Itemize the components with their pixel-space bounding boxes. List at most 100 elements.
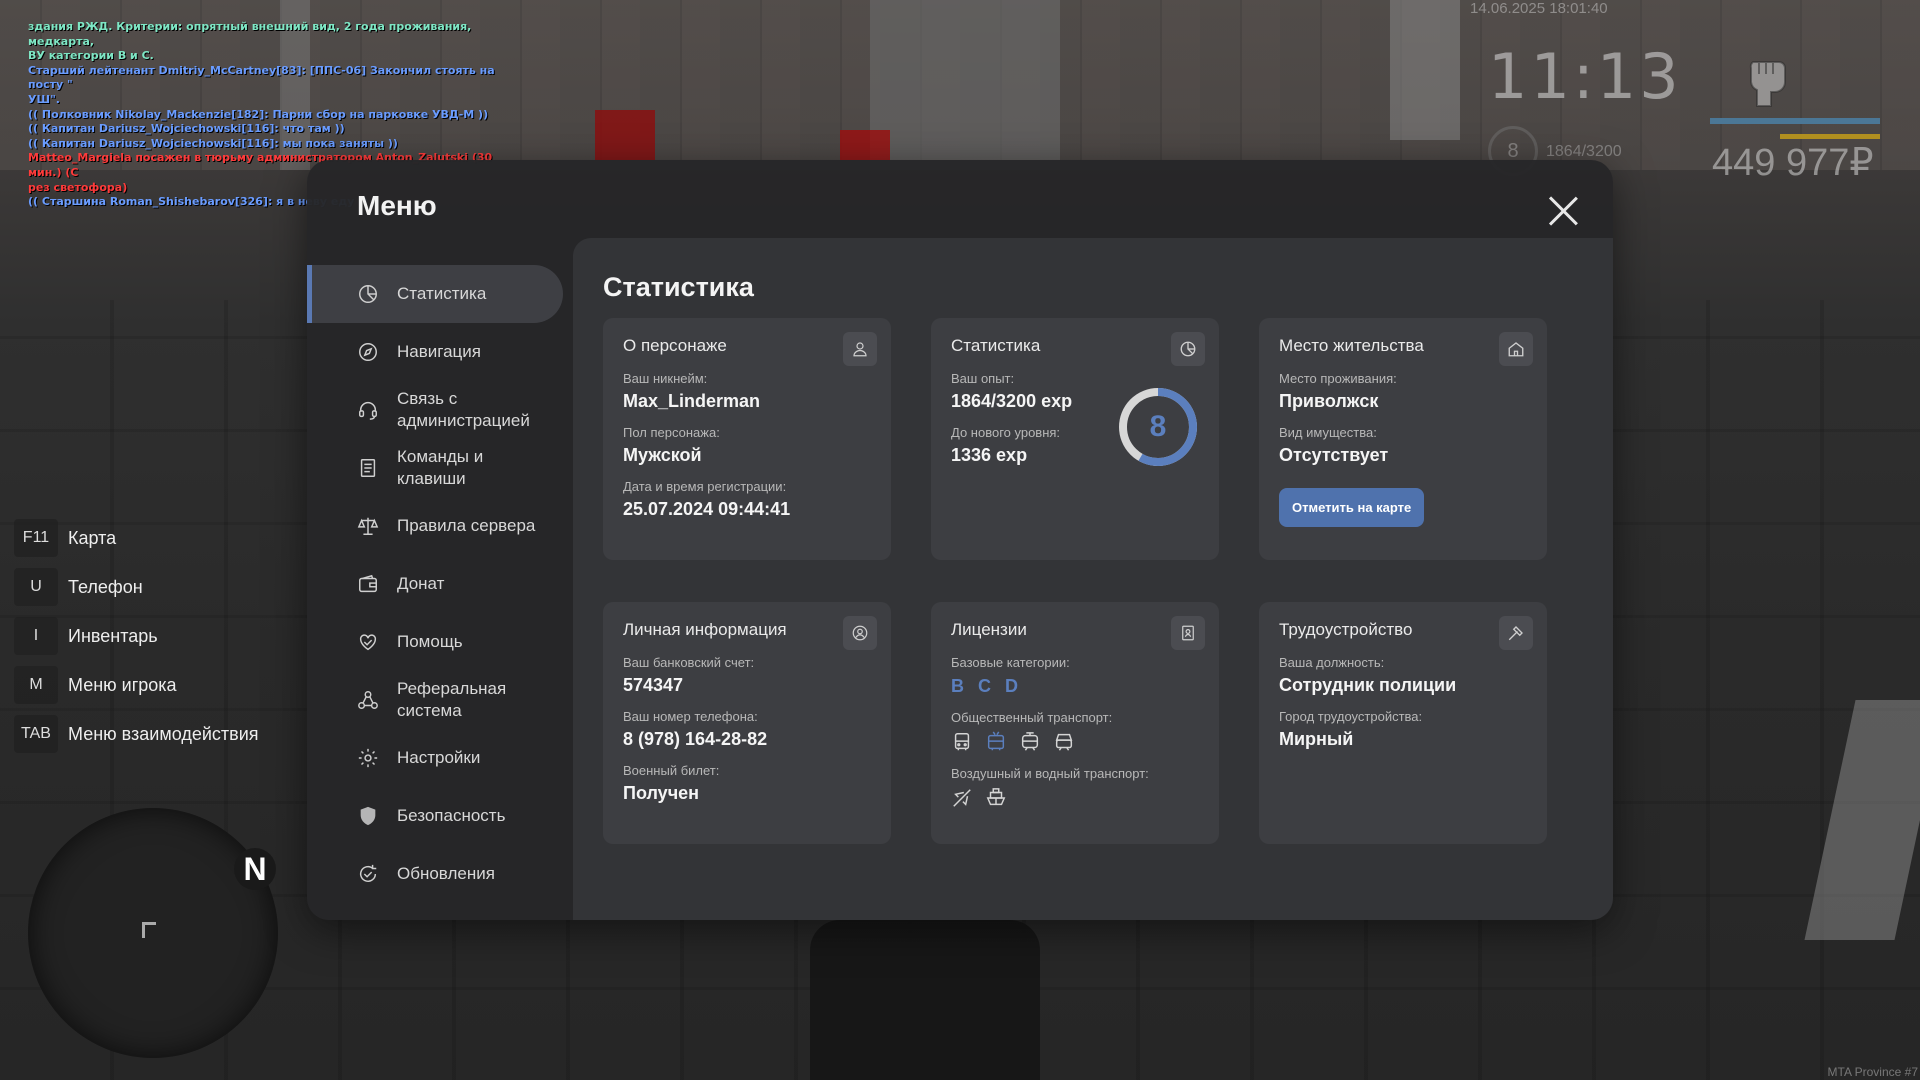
field-label: Общественный транспорт: <box>951 710 1113 725</box>
hotkey-player-menu[interactable]: M Меню игрока <box>14 665 259 705</box>
red-object <box>840 130 890 160</box>
user-icon <box>843 332 877 366</box>
license-categories: B C D <box>951 676 1199 697</box>
card-residence: Место жительства Место проживания: Приво… <box>1259 318 1547 560</box>
sidebar-item-security[interactable]: Безопасность <box>307 787 563 845</box>
card-title: Статистика <box>951 336 1041 355</box>
license-icon <box>1171 616 1205 650</box>
red-object <box>595 110 655 160</box>
tram-icon <box>1021 732 1039 751</box>
field-label: Дата и время регистрации: <box>623 479 787 494</box>
air-water-licenses <box>951 787 1199 809</box>
wallet-icon <box>359 574 377 593</box>
player-character <box>810 920 1040 1080</box>
headset-icon <box>359 402 377 420</box>
field-label: Военный билет: <box>623 763 720 778</box>
sidebar-item-admin-contact[interactable]: Связь с администрацией <box>307 381 563 439</box>
sidebar-item-label: Команды и клавиши <box>397 447 484 488</box>
registration-value: 25.07.2024 09:44:41 <box>623 499 791 519</box>
hotkey-interaction-menu[interactable]: TAB Меню взаимодействия <box>14 714 259 754</box>
license-category: B <box>951 676 964 696</box>
sidebar-item-donate[interactable]: Донат <box>307 555 563 613</box>
sidebar-item-navigation[interactable]: Навигация <box>307 323 563 381</box>
sidebar-item-label: Помощь <box>397 632 463 651</box>
field-label: Ваша должность: <box>1279 655 1385 670</box>
user-circle-icon <box>843 616 877 650</box>
plane-icon <box>953 789 971 807</box>
gender-value: Мужской <box>623 445 702 465</box>
field-label: Ваш никнейм: <box>623 371 708 386</box>
server-watermark: MTA Province #7 <box>1827 1065 1918 1079</box>
hotkey-list: F11 Карта U Телефон I Инвентарь M Меню и… <box>14 518 259 763</box>
chat-line: (( Капитан Dariusz_Wojciechowski[116]: ч… <box>28 122 345 136</box>
sidebar-item-statistics[interactable]: Статистика <box>307 265 563 323</box>
position-value: Сотрудник полиции <box>1279 675 1457 695</box>
card-licenses: Лицензии Базовые категории: B C D Общест… <box>931 602 1219 844</box>
menu-title: Меню <box>357 190 437 221</box>
sidebar-item-label: Реферальная система <box>397 679 507 720</box>
sidebar-item-referral[interactable]: Реферальная система <box>307 671 563 729</box>
license-category: D <box>1005 676 1018 696</box>
hotkey-inventory[interactable]: I Инвентарь <box>14 616 259 656</box>
update-icon <box>360 864 377 882</box>
health-armor-bars <box>1710 118 1880 139</box>
hud-clock: 11:13 <box>1488 40 1682 113</box>
hotkey-phone[interactable]: U Телефон <box>14 567 259 607</box>
sidebar-item-help[interactable]: Помощь <box>307 613 563 671</box>
level-ring: 8 <box>1117 386 1199 468</box>
field-label: Вид имущества: <box>1279 425 1377 440</box>
sidebar-item-label: Донат <box>397 574 445 593</box>
sidebar-item-updates[interactable]: Обновления <box>307 845 563 903</box>
sidebar-item-settings[interactable]: Настройки <box>307 729 563 787</box>
health-bar <box>1710 118 1880 124</box>
card-employment: Трудоустройство Ваша должность: Сотрудни… <box>1259 602 1547 844</box>
wall-beam <box>870 0 1060 170</box>
hotkey-label: Меню взаимодействия <box>68 723 259 744</box>
north-indicator: N <box>234 848 276 890</box>
hotkey-label: Телефон <box>68 576 143 597</box>
sidebar-item-rules[interactable]: Правила сервера <box>307 497 563 555</box>
heart-hand-icon <box>359 634 377 651</box>
field-label: Место проживания: <box>1279 371 1397 386</box>
chat-line: (( Капитан Dariusz_Wojciechowski[116]: м… <box>28 136 398 150</box>
sidebar-item-label: Статистика <box>397 284 487 303</box>
card-title: Лицензии <box>951 620 1027 639</box>
license-category: C <box>978 676 991 696</box>
sidebar-item-commands[interactable]: Команды и клавиши <box>307 439 563 497</box>
sidebar-item-label: Навигация <box>397 342 481 361</box>
hotkey-key: U <box>14 568 58 606</box>
residence-value: Приволжск <box>1279 391 1379 411</box>
network-icon <box>358 691 378 709</box>
military-id-value: Получен <box>623 783 700 803</box>
field-label: Ваш номер телефона: <box>623 709 758 724</box>
field-label: Базовые категории: <box>951 655 1070 670</box>
stats-icon <box>359 285 377 303</box>
hotkey-key: TAB <box>14 715 58 753</box>
close-icon[interactable] <box>1546 194 1580 228</box>
public-transport-licenses <box>951 731 1199 753</box>
phone-value: 8 (978) 164-28-82 <box>623 729 768 749</box>
hammer-icon <box>1499 616 1533 650</box>
minimap[interactable]: N <box>28 808 278 1058</box>
train-icon <box>1055 733 1073 751</box>
hotkey-map[interactable]: F11 Карта <box>14 518 259 558</box>
card-character: О персонаже Ваш никнейм: Max_Linderman П… <box>603 318 891 560</box>
hotkey-key: F11 <box>14 519 58 557</box>
field-label: Ваш опыт: <box>951 371 1015 386</box>
main-menu-window: Меню Статистика Навигация Связь с админи… <box>307 160 1613 920</box>
mark-on-map-button[interactable]: Отметить на карте <box>1279 488 1425 527</box>
boat-icon <box>986 788 1006 806</box>
card-statistics: Статистика Ваш опыт: 1864/3200 exp До но… <box>931 318 1219 560</box>
bank-account-value: 574347 <box>623 675 684 695</box>
employment-city-value: Мирный <box>1279 729 1354 749</box>
sidebar-item-label: Обновления <box>397 864 495 883</box>
player-marker-icon <box>142 922 156 938</box>
card-title: Место жительства <box>1279 336 1424 355</box>
hotkey-label: Карта <box>68 527 117 548</box>
field-label: Пол персонажа: <box>623 425 720 440</box>
page-title: Статистика <box>603 272 754 302</box>
sidebar-item-label: Связь с администрацией <box>397 389 530 430</box>
card-personal-info: Личная информация Ваш банковский счет: 5… <box>603 602 891 844</box>
stats-icon <box>1171 332 1205 366</box>
chat-line: (( Полковник Nikolay_Mackenzie[182]: Пар… <box>28 107 489 121</box>
